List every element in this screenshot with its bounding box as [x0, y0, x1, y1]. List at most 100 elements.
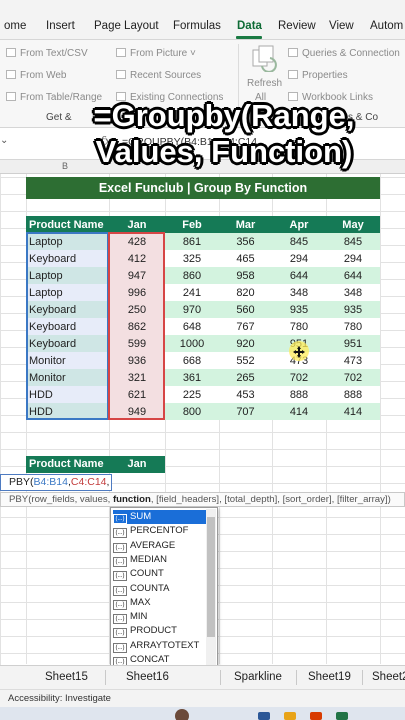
- value-cell[interactable]: 860: [165, 267, 219, 284]
- autocomplete-item[interactable]: (...) MIN: [113, 610, 207, 625]
- value-cell[interactable]: 935: [272, 301, 326, 318]
- folder-icon[interactable]: [284, 712, 296, 720]
- value-cell[interactable]: 325: [165, 250, 219, 267]
- value-cell[interactable]: 820: [219, 284, 272, 301]
- value-cell[interactable]: 767: [219, 318, 272, 335]
- value-cell[interactable]: 356: [219, 233, 272, 250]
- sheet-tab-sheet2[interactable]: Sheet2: [372, 671, 405, 683]
- product-name-cell[interactable]: HDD: [26, 386, 109, 403]
- value-cell[interactable]: 800: [165, 403, 219, 420]
- header-may[interactable]: May: [326, 216, 380, 233]
- product-name-cell[interactable]: Keyboard: [26, 335, 109, 352]
- autocomplete-item[interactable]: (...) ARRAYTOTEXT: [113, 639, 207, 653]
- value-cell[interactable]: 648: [165, 318, 219, 335]
- autocomplete-item[interactable]: (...) MEDIAN: [113, 553, 207, 567]
- product-name-cell[interactable]: Laptop: [26, 267, 109, 284]
- value-cell[interactable]: 951: [326, 335, 380, 352]
- tab-insert[interactable]: Insert: [46, 20, 75, 32]
- status-bar-accessibility[interactable]: Accessibility: Investigate: [0, 689, 405, 707]
- tab-review[interactable]: Review: [278, 20, 316, 32]
- value-cell[interactable]: 621: [109, 386, 165, 403]
- value-cell[interactable]: 414: [326, 403, 380, 420]
- value-cell[interactable]: 644: [272, 267, 326, 284]
- tab-view[interactable]: View: [329, 20, 354, 32]
- product-name-cell[interactable]: Monitor: [26, 352, 109, 369]
- sheet-tab-sparkline[interactable]: Sparkline: [234, 671, 282, 683]
- header-apr[interactable]: Apr: [272, 216, 326, 233]
- value-cell[interactable]: 702: [272, 369, 326, 386]
- value-cell[interactable]: 241: [165, 284, 219, 301]
- value-cell[interactable]: 935: [326, 301, 380, 318]
- value-cell[interactable]: 225: [165, 386, 219, 403]
- product-name-cell[interactable]: Keyboard: [26, 250, 109, 267]
- value-cell[interactable]: 412: [109, 250, 165, 267]
- value-cell[interactable]: 428: [109, 233, 165, 250]
- autocomplete-scrollbar[interactable]: [206, 509, 216, 681]
- from-web-button[interactable]: From Web: [6, 70, 67, 81]
- value-cell[interactable]: 414: [272, 403, 326, 420]
- from-text-csv-button[interactable]: From Text/CSV: [6, 48, 88, 59]
- header-jan[interactable]: Jan: [109, 216, 165, 233]
- function-autocomplete-list[interactable]: (...) SUM (...) PERCENTOF (...) AVERAGE (...) M…: [110, 507, 218, 683]
- value-cell[interactable]: 845: [326, 233, 380, 250]
- name-box-dropdown[interactable]: ⌄: [0, 135, 20, 153]
- tab-data[interactable]: Data: [237, 20, 262, 32]
- product-name-cell[interactable]: HDD: [26, 403, 109, 420]
- value-cell[interactable]: 348: [326, 284, 380, 301]
- autocomplete-item[interactable]: (...) PERCENTOF: [113, 524, 207, 539]
- value-cell[interactable]: 453: [219, 386, 272, 403]
- value-cell[interactable]: 473: [326, 352, 380, 369]
- product-name-cell[interactable]: Laptop: [26, 284, 109, 301]
- recent-sources-button[interactable]: Recent Sources: [116, 70, 201, 81]
- autocomplete-item[interactable]: (...) COUNT: [113, 567, 207, 582]
- autocomplete-item[interactable]: (...) SUM: [113, 510, 207, 524]
- value-cell[interactable]: 970: [165, 301, 219, 318]
- value-cell[interactable]: 465: [219, 250, 272, 267]
- header-product-name[interactable]: Product Name: [26, 216, 109, 233]
- product-name-cell[interactable]: Laptop: [26, 233, 109, 250]
- refresh-all-label[interactable]: Refresh: [247, 78, 282, 89]
- value-cell[interactable]: 361: [165, 369, 219, 386]
- value-cell[interactable]: 920: [219, 335, 272, 352]
- value-cell[interactable]: 845: [272, 233, 326, 250]
- value-cell[interactable]: 949: [109, 403, 165, 420]
- value-cell[interactable]: 668: [165, 352, 219, 369]
- value-cell[interactable]: 265: [219, 369, 272, 386]
- tab-page-layout[interactable]: Page Layout: [94, 20, 159, 32]
- value-cell[interactable]: 780: [326, 318, 380, 335]
- value-cell[interactable]: 888: [272, 386, 326, 403]
- tab-formulas[interactable]: Formulas: [173, 20, 221, 32]
- output-header-jan[interactable]: Jan: [109, 456, 165, 473]
- sheet-tab-sheet16[interactable]: Sheet16: [126, 671, 169, 683]
- value-cell[interactable]: 644: [326, 267, 380, 284]
- app-icon[interactable]: [310, 712, 322, 720]
- value-cell[interactable]: 996: [109, 284, 165, 301]
- value-cell[interactable]: 560: [219, 301, 272, 318]
- value-cell[interactable]: 294: [326, 250, 380, 267]
- sheet-tab-sheet15[interactable]: Sheet15: [45, 671, 88, 683]
- sheet-tab-sheet19[interactable]: Sheet19: [308, 671, 351, 683]
- value-cell[interactable]: 888: [326, 386, 380, 403]
- header-feb[interactable]: Feb: [165, 216, 219, 233]
- value-cell[interactable]: 702: [326, 369, 380, 386]
- app-icon[interactable]: [258, 712, 270, 720]
- value-cell[interactable]: 250: [109, 301, 165, 318]
- properties-button[interactable]: Properties: [288, 70, 348, 81]
- autocomplete-scrollbar-thumb[interactable]: [207, 517, 215, 637]
- output-header-product-name[interactable]: Product Name: [26, 456, 109, 473]
- header-mar[interactable]: Mar: [219, 216, 272, 233]
- value-cell[interactable]: 936: [109, 352, 165, 369]
- autocomplete-item[interactable]: (...) MAX: [113, 596, 207, 610]
- autocomplete-item[interactable]: (...) AVERAGE: [113, 539, 207, 553]
- queries-connections-button[interactable]: Queries & Connection: [288, 48, 400, 59]
- value-cell[interactable]: 348: [272, 284, 326, 301]
- value-cell[interactable]: 861: [165, 233, 219, 250]
- product-name-cell[interactable]: Keyboard: [26, 301, 109, 318]
- excel-icon[interactable]: [336, 712, 348, 720]
- tab-home[interactable]: ome: [4, 20, 26, 32]
- value-cell[interactable]: 707: [219, 403, 272, 420]
- refresh-icon[interactable]: [250, 44, 278, 72]
- autocomplete-item[interactable]: (...) COUNTA: [113, 582, 207, 596]
- value-cell[interactable]: 862: [109, 318, 165, 335]
- value-cell[interactable]: 958: [219, 267, 272, 284]
